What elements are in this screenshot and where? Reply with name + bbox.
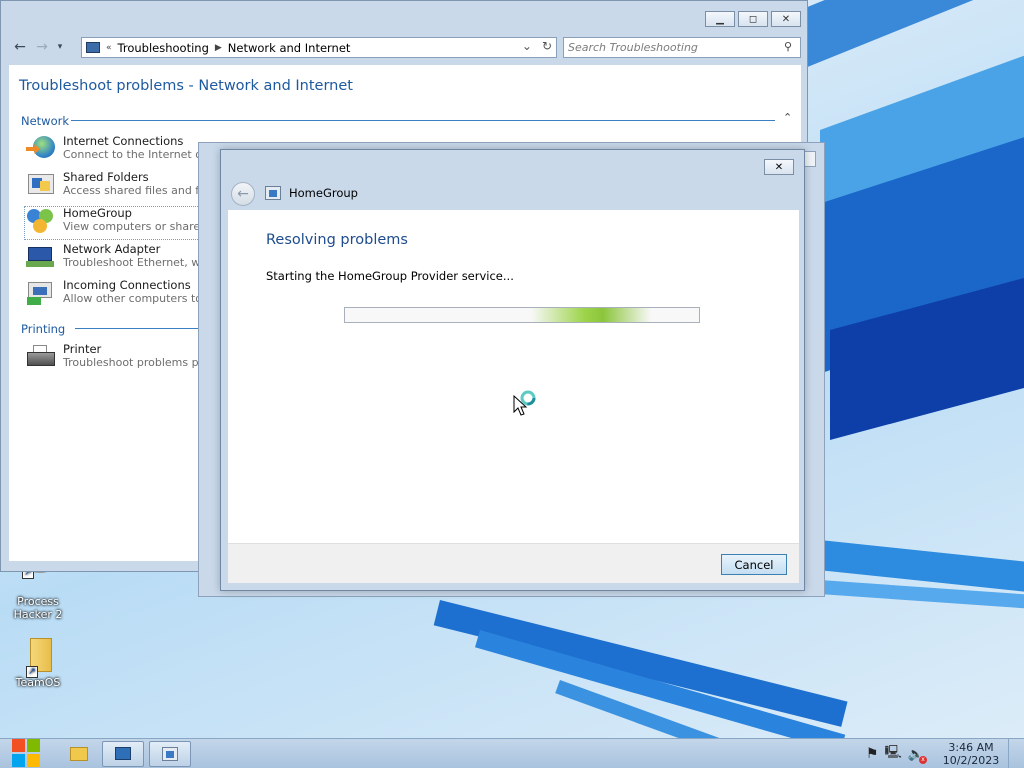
- refresh-icon[interactable]: ↻: [542, 39, 552, 53]
- shared-folder-icon: [25, 171, 57, 199]
- troubleshooter-incoming-connections[interactable]: Incoming Connections Allow other compute…: [25, 279, 240, 311]
- taskbar-file-explorer[interactable]: [64, 743, 92, 765]
- progress-bar: [344, 307, 700, 323]
- troubleshooter-icon: [162, 747, 178, 761]
- maximize-icon: ◻: [748, 13, 758, 25]
- dialog-close-button[interactable]: ✕: [764, 159, 794, 175]
- forward-arrow-icon: →: [36, 39, 48, 55]
- breadcrumb-troubleshooting[interactable]: Troubleshooting: [118, 41, 209, 55]
- network-adapter-icon: [25, 243, 57, 271]
- troubleshooter-network-adapter[interactable]: Network Adapter Troubleshoot Ethernet, w…: [25, 243, 230, 275]
- maximize-button[interactable]: ◻: [738, 11, 768, 27]
- chevron-down-icon: ▾: [57, 42, 63, 52]
- troubleshooter-internet-connections[interactable]: Internet Connections Connect to the Inte…: [25, 135, 231, 167]
- back-button[interactable]: ←: [9, 36, 31, 58]
- recent-pages-button[interactable]: ▾: [53, 36, 67, 58]
- navigation-bar: ← → ▾ « Troubleshooting ▶ Network and In…: [9, 35, 801, 59]
- start-button[interactable]: [6, 739, 46, 768]
- close-icon: ✕: [774, 161, 784, 173]
- busy-cursor-icon: [513, 390, 541, 421]
- status-text: Starting the HomeGroup Provider service.…: [266, 269, 514, 283]
- taskbar: ⚑ 🖳 🔈 x 3:46 AM 10/2/2023: [0, 738, 1024, 768]
- action-center-flag-icon[interactable]: ⚑: [866, 746, 879, 762]
- dialog-heading: Resolving problems: [266, 232, 408, 248]
- troubleshooter-shared-folders[interactable]: Shared Folders Access shared files and f…: [25, 171, 233, 203]
- minimize-icon: ▁: [716, 13, 724, 25]
- group-heading-network: Network: [21, 114, 70, 128]
- wallpaper-streak: [433, 600, 848, 727]
- incoming-connections-icon: [25, 279, 57, 307]
- taskbar-troubleshooter[interactable]: [149, 741, 191, 767]
- troubleshooter-icon: [265, 186, 281, 200]
- show-desktop-button[interactable]: [1008, 739, 1018, 768]
- group-divider: [71, 120, 775, 121]
- dialog-footer: Cancel: [228, 543, 799, 583]
- desktop-icon-label: TeamOS: [15, 676, 61, 689]
- group-heading-printing: Printing: [21, 322, 66, 336]
- cancel-button[interactable]: Cancel: [721, 554, 787, 575]
- network-icon[interactable]: 🖳: [884, 743, 901, 765]
- clock[interactable]: 3:46 AM 10/2/2023: [940, 741, 1002, 767]
- dialog-title: HomeGroup: [265, 186, 358, 200]
- collapse-chevron-icon[interactable]: ⌃: [783, 111, 792, 124]
- back-arrow-icon: ←: [14, 39, 26, 55]
- forward-button[interactable]: →: [31, 36, 53, 58]
- title-bar: ▁ ◻ ✕: [1, 1, 807, 35]
- progress-marquee: [531, 308, 651, 322]
- control-panel-icon: [115, 747, 131, 760]
- dialog-title-text: HomeGroup: [289, 186, 358, 200]
- windows-logo-icon: [12, 739, 42, 767]
- page-title: Troubleshoot problems - Network and Inte…: [19, 78, 353, 94]
- taskbar-control-panel[interactable]: [102, 741, 144, 767]
- search-placeholder: Search Troubleshooting: [568, 41, 698, 54]
- breadcrumb-network-and-internet[interactable]: Network and Internet: [228, 41, 351, 55]
- close-icon: ✕: [781, 13, 791, 25]
- troubleshooter-printer[interactable]: Printer Troubleshoot problems preven: [25, 343, 230, 375]
- troubleshooter-dialog: ✕ ← HomeGroup Resolving problems Startin…: [220, 149, 805, 591]
- control-panel-icon: [86, 42, 100, 53]
- address-bar[interactable]: « Troubleshooting ▶ Network and Internet…: [81, 37, 557, 58]
- troubleshooter-homegroup[interactable]: HomeGroup View computers or shared files: [24, 206, 233, 240]
- printer-icon: [25, 343, 57, 371]
- desktop-icon-label: Process Hacker 2: [13, 595, 63, 621]
- wallpaper-streak: [800, 0, 1024, 70]
- search-input[interactable]: Search Troubleshooting ⚲: [563, 37, 801, 58]
- clock-time: 3:46 AM: [948, 741, 994, 754]
- minimize-button[interactable]: ▁: [705, 11, 735, 27]
- search-icon[interactable]: ⚲: [784, 40, 792, 53]
- close-button[interactable]: ✕: [771, 11, 801, 27]
- back-arrow-icon: ←: [237, 186, 249, 202]
- dialog-back-button[interactable]: ←: [231, 182, 255, 206]
- folder-icon: ↗: [20, 636, 56, 678]
- volume-muted-icon[interactable]: 🔈 x: [908, 747, 927, 764]
- globe-icon: [25, 135, 57, 163]
- overflow-chevron-icon[interactable]: «: [106, 43, 112, 53]
- homegroup-icon: [25, 207, 57, 235]
- folder-icon: [70, 747, 88, 761]
- address-dropdown-icon[interactable]: ⌄: [522, 39, 532, 53]
- clock-date: 10/2/2023: [942, 754, 1000, 767]
- desktop-icon-teamos[interactable]: ↗ TeamOS: [8, 636, 68, 689]
- system-tray: ⚑ 🖳 🔈 x 3:46 AM 10/2/2023: [866, 739, 1024, 768]
- breadcrumb-separator-icon[interactable]: ▶: [215, 43, 222, 53]
